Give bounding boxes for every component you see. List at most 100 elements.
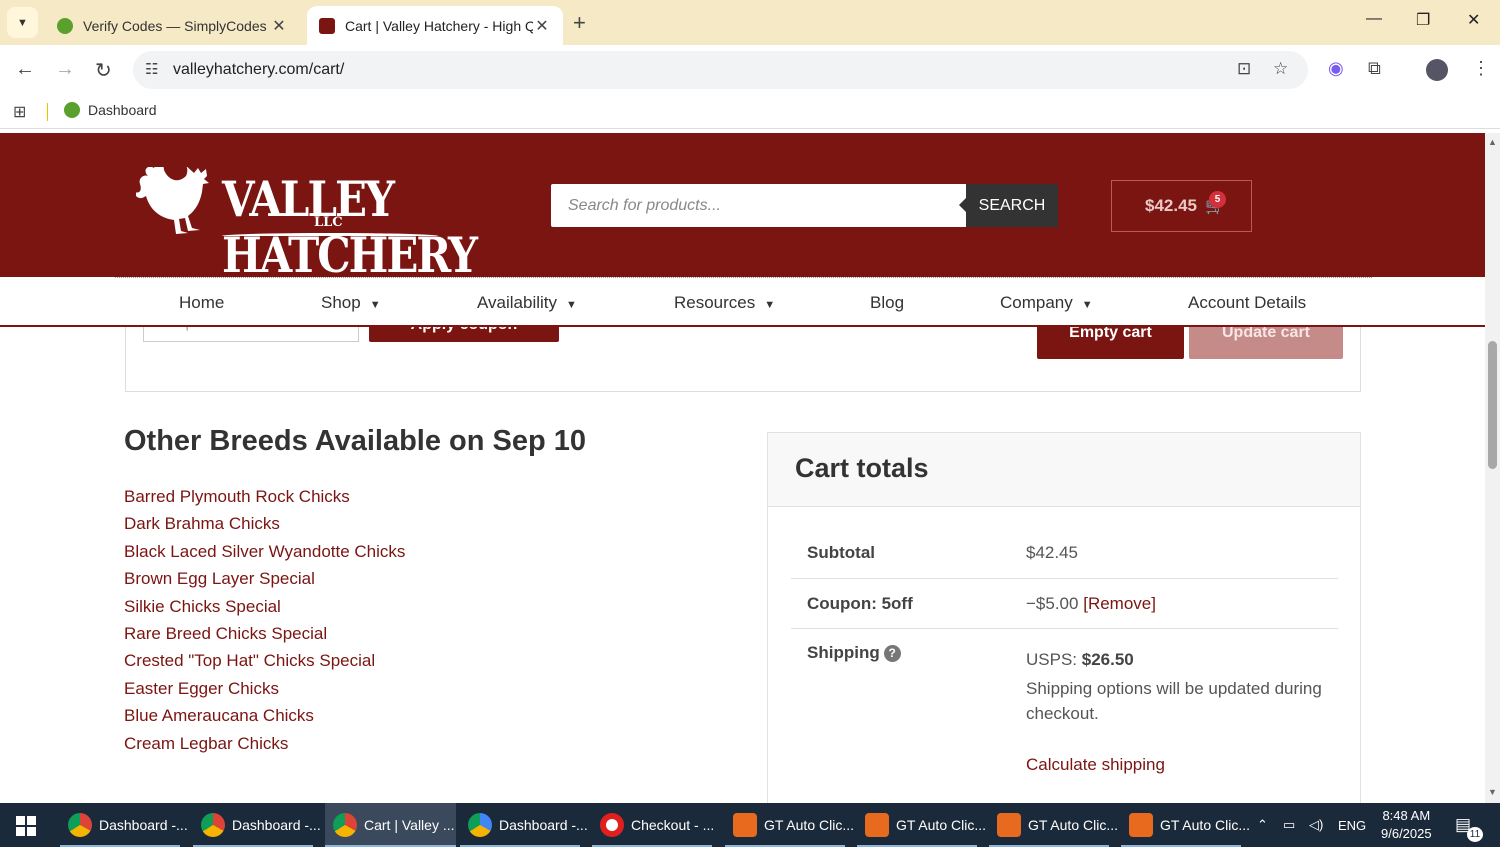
breed-link[interactable]: Brown Egg Layer Special <box>124 569 405 596</box>
cart-total: $42.45 <box>1145 196 1197 215</box>
windows-start-icon[interactable] <box>16 816 36 836</box>
taskbar-app-gt-auto-clicker-3[interactable]: GT Auto Clic... <box>989 803 1118 847</box>
tab-search-chevron-icon[interactable]: ▼ <box>7 7 38 38</box>
taskbar-app-dashboard-1[interactable]: Dashboard -... <box>60 803 188 847</box>
apps-grid-icon[interactable]: ⊞ <box>13 102 26 122</box>
rooster-logo-icon <box>136 167 209 234</box>
nav-availability[interactable]: Availability ▼ <box>477 293 577 313</box>
back-icon[interactable]: ← <box>15 58 35 81</box>
nav-shop[interactable]: Shop ▼ <box>321 293 381 313</box>
breed-link[interactable]: Rare Breed Chicks Special <box>124 624 405 651</box>
breed-link[interactable]: Easter Egger Chicks <box>124 679 405 706</box>
reload-icon[interactable]: ↻ <box>95 58 112 83</box>
nav-blog[interactable]: Blog <box>870 293 904 313</box>
close-tab-icon[interactable]: ✕ <box>270 16 288 36</box>
language-indicator[interactable]: ENG <box>1338 803 1366 847</box>
shipping-note: Shipping options will be updated during … <box>1026 679 1322 723</box>
caret-down-icon: ▼ <box>566 299 577 311</box>
volume-icon[interactable]: ◁) <box>1309 803 1323 847</box>
profile-avatar[interactable] <box>1426 59 1448 81</box>
page-scrollbar[interactable]: ▲ ▼ <box>1485 133 1500 803</box>
other-breeds-heading: Other Breeds Available on Sep 10 <box>124 425 587 457</box>
nav-divider <box>0 325 1485 327</box>
search-button[interactable]: SEARCH <box>959 184 1058 227</box>
breed-link[interactable]: Cream Legbar Chicks <box>124 734 405 761</box>
shipping-details: USPS: $26.50 Shipping options will be up… <box>1026 647 1326 777</box>
bookmark-label: Dashboard <box>88 102 157 118</box>
main-navigation: Home Shop ▼ Availability ▼ Resources ▼ Blog… <box>115 277 1372 326</box>
taskbar-app-dashboard-3[interactable]: Dashboard -... <box>460 803 588 847</box>
coupon-discount: −$5.00 <box>1026 594 1079 613</box>
minimize-icon[interactable]: — <box>1366 10 1382 28</box>
close-tab-icon[interactable]: ✕ <box>533 16 551 36</box>
address-bar[interactable]: ☷ valleyhatchery.com/cart/ ⊡ ☆ <box>133 51 1308 89</box>
help-question-icon[interactable]: ? <box>883 645 901 662</box>
remove-coupon-link[interactable]: [Remove] <box>1083 594 1156 613</box>
taskbar-app-label: Dashboard -... <box>499 817 588 833</box>
forward-icon[interactable]: → <box>55 58 75 81</box>
tab-cart[interactable]: Cart | Valley Hatchery - High Qu ✕ <box>307 6 563 45</box>
cart-count-badge: 5 <box>1209 191 1226 208</box>
chrome-icon <box>333 813 357 837</box>
breed-link[interactable]: Barred Plymouth Rock Chicks <box>124 487 405 514</box>
taskbar-app-gt-auto-clicker-4[interactable]: GT Auto Clic... <box>1121 803 1250 847</box>
breed-link[interactable]: Silkie Chicks Special <box>124 597 405 624</box>
translate-icon[interactable]: ⊡ <box>1237 59 1251 79</box>
nav-account-details[interactable]: Account Details <box>1188 293 1306 313</box>
scroll-down-icon[interactable]: ▼ <box>1488 787 1497 797</box>
coupon-row: Coupon: 5off −$5.00 [Remove] <box>791 579 1338 629</box>
tab-verify-codes[interactable]: Verify Codes — SimplyCodes ✕ <box>45 6 300 45</box>
bookmark-star-icon[interactable]: ☆ <box>1273 59 1288 79</box>
bookmarks-separator <box>47 103 48 121</box>
taskbar-app-gt-auto-clicker-2[interactable]: GT Auto Clic... <box>857 803 986 847</box>
valley-hatchery-favicon-icon <box>319 17 335 34</box>
nav-label: Shop <box>321 293 361 312</box>
breed-link[interactable]: Dark Brahma Chicks <box>124 514 405 541</box>
scrollbar-thumb[interactable] <box>1488 341 1497 469</box>
bookmark-dashboard[interactable]: Dashboard <box>64 102 157 118</box>
shipping-label: Shipping <box>807 643 880 662</box>
restore-icon[interactable]: ❐ <box>1416 10 1430 30</box>
extensions-puzzle-icon[interactable]: ⧉ <box>1368 58 1381 79</box>
breed-link[interactable]: Blue Ameraucana Chicks <box>124 706 405 733</box>
taskbar-app-dashboard-2[interactable]: Dashboard -... <box>193 803 321 847</box>
taskbar-app-label: Cart | Valley ... <box>364 817 455 833</box>
logo-swoosh <box>222 233 438 239</box>
coupon-value-group: −$5.00 [Remove] <box>1026 594 1156 614</box>
tray-overflow-icon[interactable]: ⌃ <box>1257 803 1268 847</box>
taskbar-app-label: Dashboard -... <box>99 817 188 833</box>
valley-hatchery-logo[interactable]: VALLEY HATCHERY LLC <box>136 167 478 284</box>
taskbar-app-cart[interactable]: Cart | Valley ... <box>325 803 456 847</box>
nav-home[interactable]: Home <box>179 293 224 313</box>
chrome-icon <box>68 813 92 837</box>
nav-label: Home <box>179 293 225 312</box>
breed-link-list: Barred Plymouth Rock Chicks Dark Brahma … <box>124 487 405 761</box>
windows-taskbar: Dashboard -... Dashboard -... Cart | Val… <box>0 803 1500 847</box>
nav-company[interactable]: Company ▼ <box>1000 293 1093 313</box>
breed-link[interactable]: Crested "Top Hat" Chicks Special <box>124 651 405 678</box>
subtotal-row: Subtotal $42.45 <box>791 529 1338 579</box>
system-clock[interactable]: 8:48 AM 9/6/2025 <box>1381 807 1432 843</box>
new-tab-icon[interactable]: + <box>573 10 586 36</box>
close-window-icon[interactable]: ✕ <box>1467 10 1480 30</box>
header-cart-button[interactable]: $42.45 🛒 5 <box>1111 180 1252 232</box>
product-search-input[interactable] <box>551 184 967 227</box>
notification-center-icon[interactable]: ▤ <box>1455 803 1471 847</box>
shipping-row: Shipping? USPS: $26.50 Shipping options … <box>791 629 1338 803</box>
network-icon[interactable]: ▭ <box>1283 803 1295 847</box>
taskbar-app-label: Checkout - ... <box>631 817 715 833</box>
taskbar-app-gt-auto-clicker-1[interactable]: GT Auto Clic... <box>725 803 854 847</box>
nav-resources[interactable]: Resources ▼ <box>674 293 775 313</box>
tab-title: Verify Codes — SimplyCodes <box>83 17 267 34</box>
site-info-icon[interactable]: ☷ <box>145 60 158 78</box>
hand-icon <box>997 813 1021 837</box>
menu-kebab-icon[interactable]: ⋮ <box>1472 58 1490 79</box>
taskbar-app-checkout[interactable]: Checkout - ... <box>592 803 720 847</box>
calculate-shipping-link[interactable]: Calculate shipping <box>1026 752 1326 777</box>
breed-link[interactable]: Black Laced Silver Wyandotte Chicks <box>124 542 405 569</box>
nav-label: Availability <box>477 293 558 312</box>
url-text[interactable]: valleyhatchery.com/cart/ <box>173 61 344 79</box>
scroll-up-icon[interactable]: ▲ <box>1488 137 1497 147</box>
dashboard-favicon-icon <box>64 102 80 118</box>
extension-copilot-icon[interactable]: ◉ <box>1328 58 1344 79</box>
